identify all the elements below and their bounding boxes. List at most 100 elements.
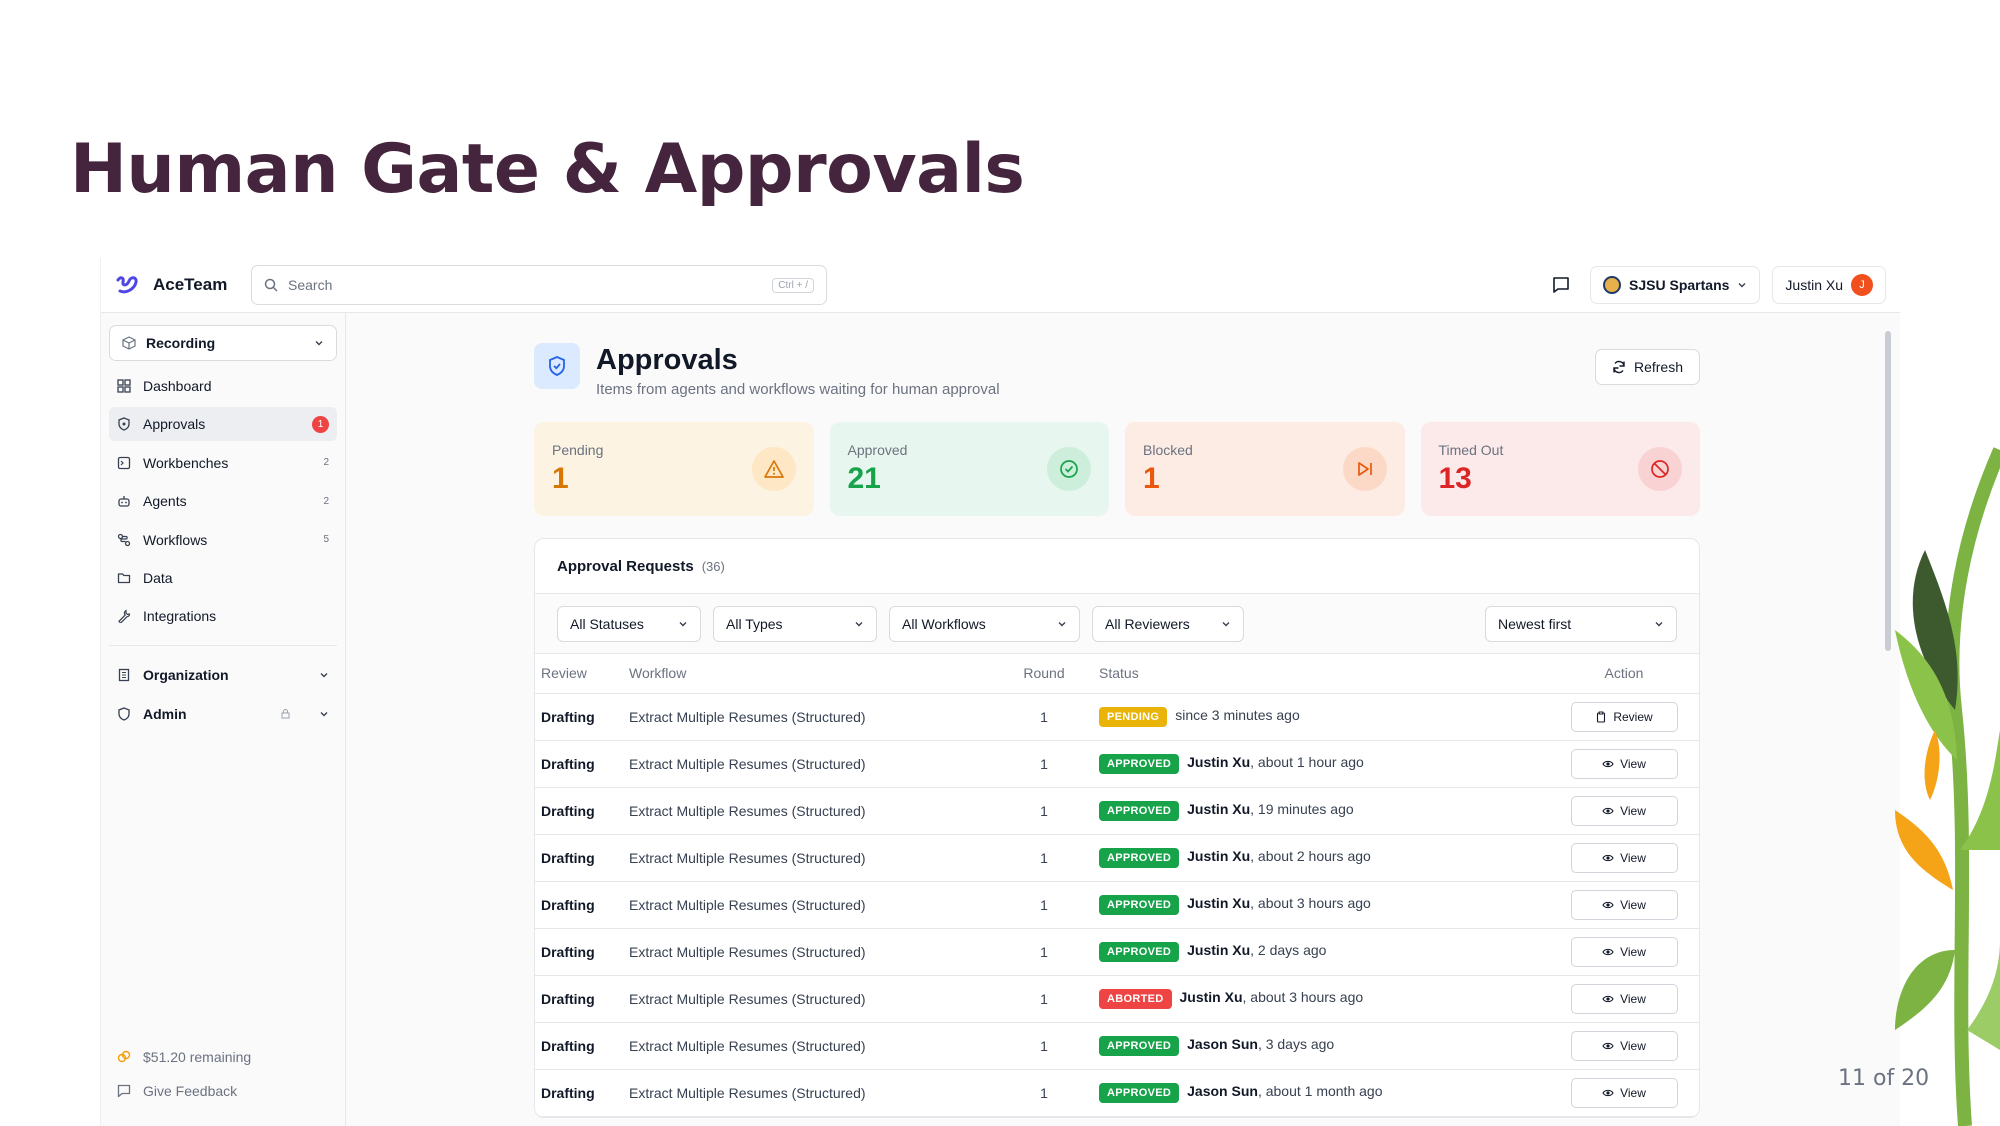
status-time: , about 3 hours ago <box>1250 894 1371 911</box>
slide-title: Human Gate & Approvals <box>70 130 1025 209</box>
column-header-action: Action <box>1549 654 1699 694</box>
table-row[interactable]: Drafting Extract Multiple Resumes (Struct… <box>535 787 1699 835</box>
org-switcher[interactable]: SJSU Spartans <box>1590 266 1761 304</box>
workflow-cell[interactable]: Extract Multiple Resumes (Structured) <box>629 740 1009 788</box>
status-badge: APPROVED <box>1099 847 1180 868</box>
reviewer-name: Justin Xu <box>1187 847 1251 864</box>
sidebar-item-data[interactable]: Data <box>109 561 337 595</box>
stat-card-blocked[interactable]: Blocked 1 <box>1125 422 1405 516</box>
sidebar-item-dashboard[interactable]: Dashboard <box>109 369 337 403</box>
round-cell: 1 <box>1009 928 1079 976</box>
sidebar-item-organization[interactable]: Organization <box>109 658 337 692</box>
recording-select[interactable]: Recording <box>109 325 337 361</box>
stat-label: Blocked <box>1143 442 1193 458</box>
workflow-cell[interactable]: Extract Multiple Resumes (Structured) <box>629 881 1009 929</box>
sidebar-item-workflows[interactable]: Workflows 5 <box>109 523 337 557</box>
refresh-button[interactable]: Refresh <box>1594 349 1700 385</box>
scrollbar[interactable] <box>1885 331 1891 651</box>
action-label: View <box>1620 944 1646 959</box>
status-cell: APPROVED Jason Sun, 3 days ago <box>1079 1022 1549 1070</box>
sidebar-item-workbenches[interactable]: Workbenches 2 <box>109 446 337 480</box>
page-subtitle: Items from agents and workflows waiting … <box>596 381 1000 398</box>
column-header-workflow[interactable]: Workflow <box>629 654 1009 694</box>
sidebar-item-integrations[interactable]: Integrations <box>109 599 337 633</box>
action-label: View <box>1620 803 1646 818</box>
bot-icon <box>118 496 130 507</box>
action-label: View <box>1620 756 1646 771</box>
spartan-logo-icon <box>1603 276 1622 294</box>
status-time: , 2 days ago <box>1250 941 1327 958</box>
stat-card-pending[interactable]: Pending 1 <box>534 422 814 516</box>
coins-icon <box>117 1050 131 1063</box>
view-button[interactable]: View <box>1570 842 1678 873</box>
action-cell: View <box>1549 881 1699 929</box>
column-header-round[interactable]: Round <box>1009 654 1079 694</box>
chevron-down-icon <box>315 341 323 346</box>
reviewer-name: Jason Sun <box>1187 1035 1258 1052</box>
status-cell: APPROVED Justin Xu, 2 days ago <box>1079 928 1549 976</box>
view-button[interactable]: View <box>1570 983 1678 1014</box>
stat-value: 1 <box>552 462 569 495</box>
table-row[interactable]: Drafting Extract Multiple Resumes (Struct… <box>535 834 1699 882</box>
status-badge: APPROVED <box>1099 800 1180 821</box>
stat-card-approved[interactable]: Approved 21 <box>829 422 1109 516</box>
user-menu[interactable]: Justin Xu J <box>1772 266 1886 304</box>
workflow-cell[interactable]: Extract Multiple Resumes (Structured) <box>629 693 1009 741</box>
status-time: , about 2 hours ago <box>1250 847 1371 864</box>
workflow-cell[interactable]: Extract Multiple Resumes (Structured) <box>629 928 1009 976</box>
review-cell: Drafting <box>535 881 629 929</box>
stat-label: Timed Out <box>1438 442 1504 458</box>
table-row[interactable]: Drafting Extract Multiple Resumes (Struct… <box>535 1069 1699 1117</box>
status-cell: APPROVED Jason Sun, about 1 month ago <box>1079 1069 1549 1117</box>
workflow-cell[interactable]: Extract Multiple Resumes (Structured) <box>629 1069 1009 1117</box>
reviewer-filter[interactable]: All Reviewers <box>1092 605 1244 642</box>
action-label: View <box>1620 991 1646 1006</box>
credits-remaining[interactable]: $51.20 remaining <box>109 1040 259 1074</box>
sidebar-item-admin[interactable]: Admin <box>109 697 337 731</box>
status-filter[interactable]: All Statuses <box>557 605 701 642</box>
sidebar-item-agents[interactable]: Agents 2 <box>109 484 337 518</box>
search-input[interactable]: Search Ctrl + / <box>251 265 827 305</box>
workflow-cell[interactable]: Extract Multiple Resumes (Structured) <box>629 834 1009 882</box>
table-row[interactable]: Drafting Extract Multiple Resumes (Struct… <box>535 693 1699 741</box>
review-button[interactable]: Review <box>1570 701 1678 732</box>
workflow-cell[interactable]: Extract Multiple Resumes (Structured) <box>629 975 1009 1023</box>
status-cell: APPROVED Justin Xu, about 2 hours ago <box>1079 834 1549 882</box>
round-cell: 1 <box>1009 1022 1079 1070</box>
page-title: Approvals <box>596 344 738 376</box>
type-filter-value: All Types <box>726 615 783 632</box>
sidebar-item-approvals[interactable]: Approvals 1 <box>109 407 337 442</box>
table-row[interactable]: Drafting Extract Multiple Resumes (Struct… <box>535 881 1699 929</box>
workflows-count: 5 <box>323 534 329 546</box>
warning-icon <box>751 447 796 491</box>
request-count: (36) <box>701 558 725 574</box>
table-row[interactable]: Drafting Extract Multiple Resumes (Struct… <box>535 1022 1699 1070</box>
column-header-status[interactable]: Status <box>1079 654 1549 694</box>
table-row[interactable]: Drafting Extract Multiple Resumes (Struct… <box>535 740 1699 788</box>
view-button[interactable]: View <box>1570 748 1678 779</box>
table-row[interactable]: Drafting Extract Multiple Resumes (Struct… <box>535 928 1699 976</box>
view-button[interactable]: View <box>1570 795 1678 826</box>
sort-select[interactable]: Newest first <box>1485 605 1677 642</box>
action-cell: View <box>1549 975 1699 1023</box>
card-title: Approval Requests <box>557 557 694 575</box>
workflow-cell[interactable]: Extract Multiple Resumes (Structured) <box>629 1022 1009 1070</box>
give-feedback-button[interactable]: Give Feedback <box>109 1074 259 1108</box>
view-button[interactable]: View <box>1570 1077 1678 1108</box>
chat-button[interactable] <box>1544 268 1578 302</box>
action-label: View <box>1620 897 1646 912</box>
view-button[interactable]: View <box>1570 889 1678 920</box>
table-row[interactable]: Drafting Extract Multiple Resumes (Struct… <box>535 975 1699 1023</box>
brand[interactable]: AceTeam <box>115 272 245 298</box>
chevron-down-icon <box>855 621 863 626</box>
type-filter[interactable]: All Types <box>713 605 877 642</box>
stat-card-timed-out[interactable]: Timed Out 13 <box>1420 422 1700 516</box>
review-cell: Drafting <box>535 787 629 835</box>
action-cell: View <box>1549 1069 1699 1117</box>
view-button[interactable]: View <box>1570 936 1678 967</box>
view-button[interactable]: View <box>1570 1030 1678 1061</box>
column-header-review[interactable]: Review <box>535 654 629 694</box>
workflow-filter[interactable]: All Workflows <box>889 605 1080 642</box>
workflow-cell[interactable]: Extract Multiple Resumes (Structured) <box>629 787 1009 835</box>
main-content: Approvals Items from agents and workflow… <box>346 313 1900 1126</box>
